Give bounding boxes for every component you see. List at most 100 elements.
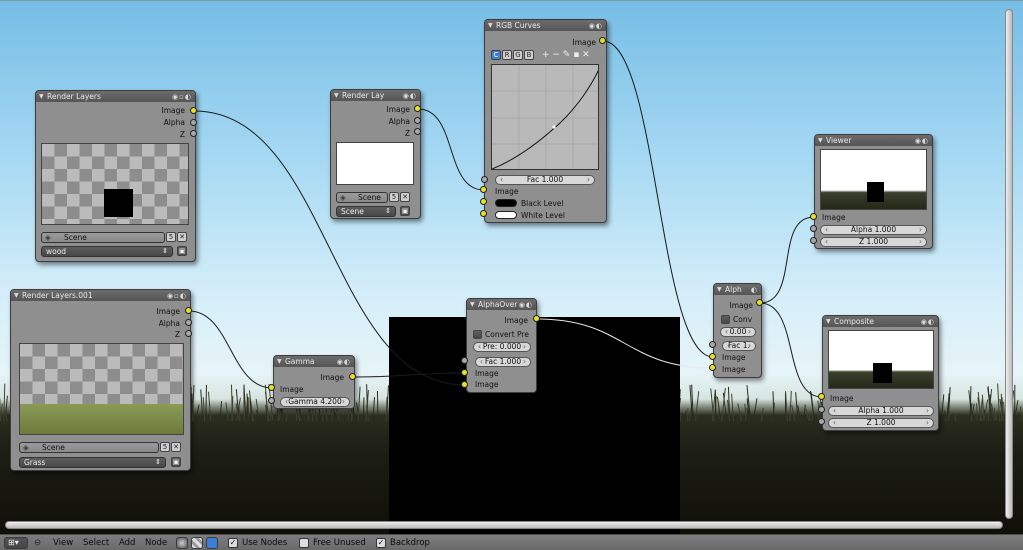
render-icon[interactable]: ▣	[400, 206, 410, 216]
shader-nodes-icon[interactable]	[176, 537, 188, 549]
node-toggle-icons[interactable]: ◉◐	[921, 317, 935, 327]
use-nodes-checkbox[interactable]: ✓	[228, 538, 238, 548]
horizontal-scrollbar[interactable]	[5, 521, 1003, 529]
collapse-triangle-icon[interactable]: ▼	[818, 135, 823, 146]
node-toggle-icons[interactable]: ◉▫◐	[167, 291, 187, 301]
output-image-socket[interactable]	[533, 315, 540, 322]
premul-field[interactable]: ‹ Pre: 0.000 ›	[473, 342, 531, 352]
node-render-lay[interactable]: ▼ Render Lay ◉◐ Image Alpha Z ◈ Scene 5 ✕ S…	[330, 89, 421, 219]
layer-dropdown[interactable]: Scene ⇕	[336, 206, 396, 217]
layer-dropdown[interactable]: Grass ⇕	[19, 457, 166, 468]
node-toggle-icons[interactable]: ◉◐	[589, 21, 603, 31]
collapse-triangle-icon[interactable]: ▼	[334, 90, 339, 101]
black-level-swatch[interactable]	[495, 199, 517, 207]
node-header[interactable]: ▼ Render Lay ◉◐	[331, 90, 420, 101]
unlink-scene-icon[interactable]: ✕	[177, 232, 187, 242]
fac-field[interactable]: ‹ Fac 1.000 ›	[475, 357, 531, 367]
convert-pre-checkbox[interactable]	[473, 330, 482, 339]
input-gamma-socket[interactable]	[268, 397, 275, 404]
collapse-triangle-icon[interactable]: ▼	[717, 284, 722, 295]
z-field[interactable]: ‹ Z 1.000 ›	[828, 418, 934, 428]
convert-pre-checkbox[interactable]	[721, 315, 730, 324]
output-image-socket[interactable]	[349, 373, 356, 380]
output-alpha-socket[interactable]	[185, 319, 192, 326]
render-icon[interactable]: ▣	[177, 246, 187, 256]
curve-graph[interactable]	[491, 64, 599, 170]
output-image-socket[interactable]	[599, 37, 606, 44]
input-z-socket[interactable]	[810, 237, 817, 244]
node-rgb-curves[interactable]: ▼ RGB Curves ◉◐ Image C R G B + − ✎ ▪ ✕ ‹ F…	[481, 19, 607, 223]
input-alpha-socket[interactable]	[818, 406, 825, 413]
output-alpha-socket[interactable]	[414, 117, 421, 124]
menu-node[interactable]: Node	[145, 538, 167, 548]
output-image-socket[interactable]	[190, 107, 197, 114]
scene-selector[interactable]: ◈ Scene	[336, 192, 388, 203]
collapse-triangle-icon[interactable]: ▼	[39, 91, 44, 102]
collapse-triangle-icon[interactable]: ▼	[826, 316, 831, 327]
unlink-scene-icon[interactable]: ✕	[400, 192, 410, 202]
menu-select[interactable]: Select	[83, 538, 109, 548]
node-render-layers-001[interactable]: ▼ Render Layers.001 ◉▫◐ Image Alpha Z ◈ Sce…	[10, 289, 191, 471]
input-black-socket[interactable]	[480, 198, 487, 205]
collapse-menus-icon[interactable]: ⊖	[34, 538, 41, 548]
fac-field[interactable]: ‹ Fac 1.000 ›	[495, 175, 595, 185]
output-image-socket[interactable]	[756, 299, 763, 306]
input-image-socket[interactable]	[461, 369, 468, 376]
output-z-socket[interactable]	[414, 128, 421, 135]
node-render-layers[interactable]: ▼ Render Layers ◉▫◐ Image Alpha Z ◈ Scene 5…	[35, 90, 196, 262]
menu-view[interactable]: View	[53, 538, 73, 548]
node-header[interactable]: ▼ AlphaOver ◉◐	[467, 299, 536, 310]
backdrop-checkbox[interactable]: ✓	[376, 538, 386, 548]
node-header[interactable]: ▼ Viewer ◉◐	[815, 135, 932, 146]
vertical-scrollbar[interactable]	[1005, 9, 1013, 519]
node-header[interactable]: ▼ Composite ◉◐	[823, 316, 938, 327]
node-toggle-icons[interactable]: ◉▫◐	[172, 92, 192, 102]
render-icon[interactable]: ▣	[171, 457, 181, 467]
channel-g-button[interactable]: G	[513, 50, 523, 60]
gamma-field[interactable]: ‹ Gamma 4.200 ›	[280, 397, 350, 407]
node-header[interactable]: ▼ Gamma ◉◐	[274, 356, 354, 367]
fac-field[interactable]: ‹ Fac 1. ›	[722, 341, 756, 351]
menu-add[interactable]: Add	[119, 538, 135, 548]
node-toggle-icons[interactable]: ◉◐	[403, 91, 417, 101]
unlink-scene-icon[interactable]: ✕	[171, 442, 181, 452]
input-image-socket[interactable]	[810, 213, 817, 220]
alpha-field[interactable]: ‹ Alpha 1.000 ›	[820, 225, 927, 235]
output-z-socket[interactable]	[190, 130, 197, 137]
node-toggle-icons[interactable]: ◐	[751, 285, 758, 295]
input-white-socket[interactable]	[480, 210, 487, 217]
node-header[interactable]: ▼ Alph ◐	[714, 284, 761, 295]
collapse-triangle-icon[interactable]: ▼	[488, 20, 493, 31]
node-gamma[interactable]: ▼ Gamma ◉◐ Image Image ‹ Gamma 4.200 ›	[273, 355, 355, 409]
collapse-triangle-icon[interactable]: ▼	[14, 290, 19, 301]
input-image-socket[interactable]	[268, 384, 275, 391]
channel-b-button[interactable]: B	[524, 50, 534, 60]
premul-field[interactable]: ‹ 0.00 ›	[720, 327, 756, 337]
node-toggle-icons[interactable]: ◉◐	[519, 300, 533, 310]
node-header[interactable]: ▼ Render Layers ◉▫◐	[36, 91, 195, 102]
node-editor-canvas[interactable]: ▼ Render Layers ◉▫◐ Image Alpha Z ◈ Scene 5…	[0, 0, 1023, 534]
node-toggle-icons[interactable]: ◉◐	[337, 357, 351, 367]
scene-selector[interactable]: ◈ Scene	[41, 232, 165, 243]
alpha-field[interactable]: ‹ Alpha 1.000 ›	[828, 406, 934, 416]
texture-nodes-icon[interactable]	[206, 537, 218, 549]
input-image-socket[interactable]	[480, 186, 487, 193]
input-fac-socket[interactable]	[709, 341, 716, 348]
z-field[interactable]: ‹ Z 1.000 ›	[820, 237, 927, 247]
white-level-swatch[interactable]	[495, 211, 517, 219]
output-z-socket[interactable]	[185, 330, 192, 337]
input-image-socket[interactable]	[818, 393, 825, 400]
scene-selector[interactable]: ◈ Scene	[19, 442, 159, 453]
node-header[interactable]: ▼ Render Layers.001 ◉▫◐	[11, 290, 190, 301]
channel-c-button[interactable]: C	[491, 50, 501, 60]
input-image-socket[interactable]	[709, 364, 716, 371]
free-unused-checkbox[interactable]	[299, 538, 309, 548]
node-viewer[interactable]: ▼ Viewer ◉◐ Image ‹ Alpha 1.000 › ‹ Z 1.000 ›	[814, 134, 933, 249]
layer-dropdown[interactable]: wood ⇕	[41, 246, 173, 257]
output-alpha-socket[interactable]	[190, 119, 197, 126]
input-image-socket[interactable]	[461, 381, 468, 388]
input-z-socket[interactable]	[818, 418, 825, 425]
node-header[interactable]: ▼ RGB Curves ◉◐	[485, 20, 606, 31]
node-alph[interactable]: ▼ Alph ◐ Image Conv ‹ 0.00 › ‹ Fac 1. › Image …	[713, 283, 762, 378]
output-image-socket[interactable]	[414, 105, 421, 112]
